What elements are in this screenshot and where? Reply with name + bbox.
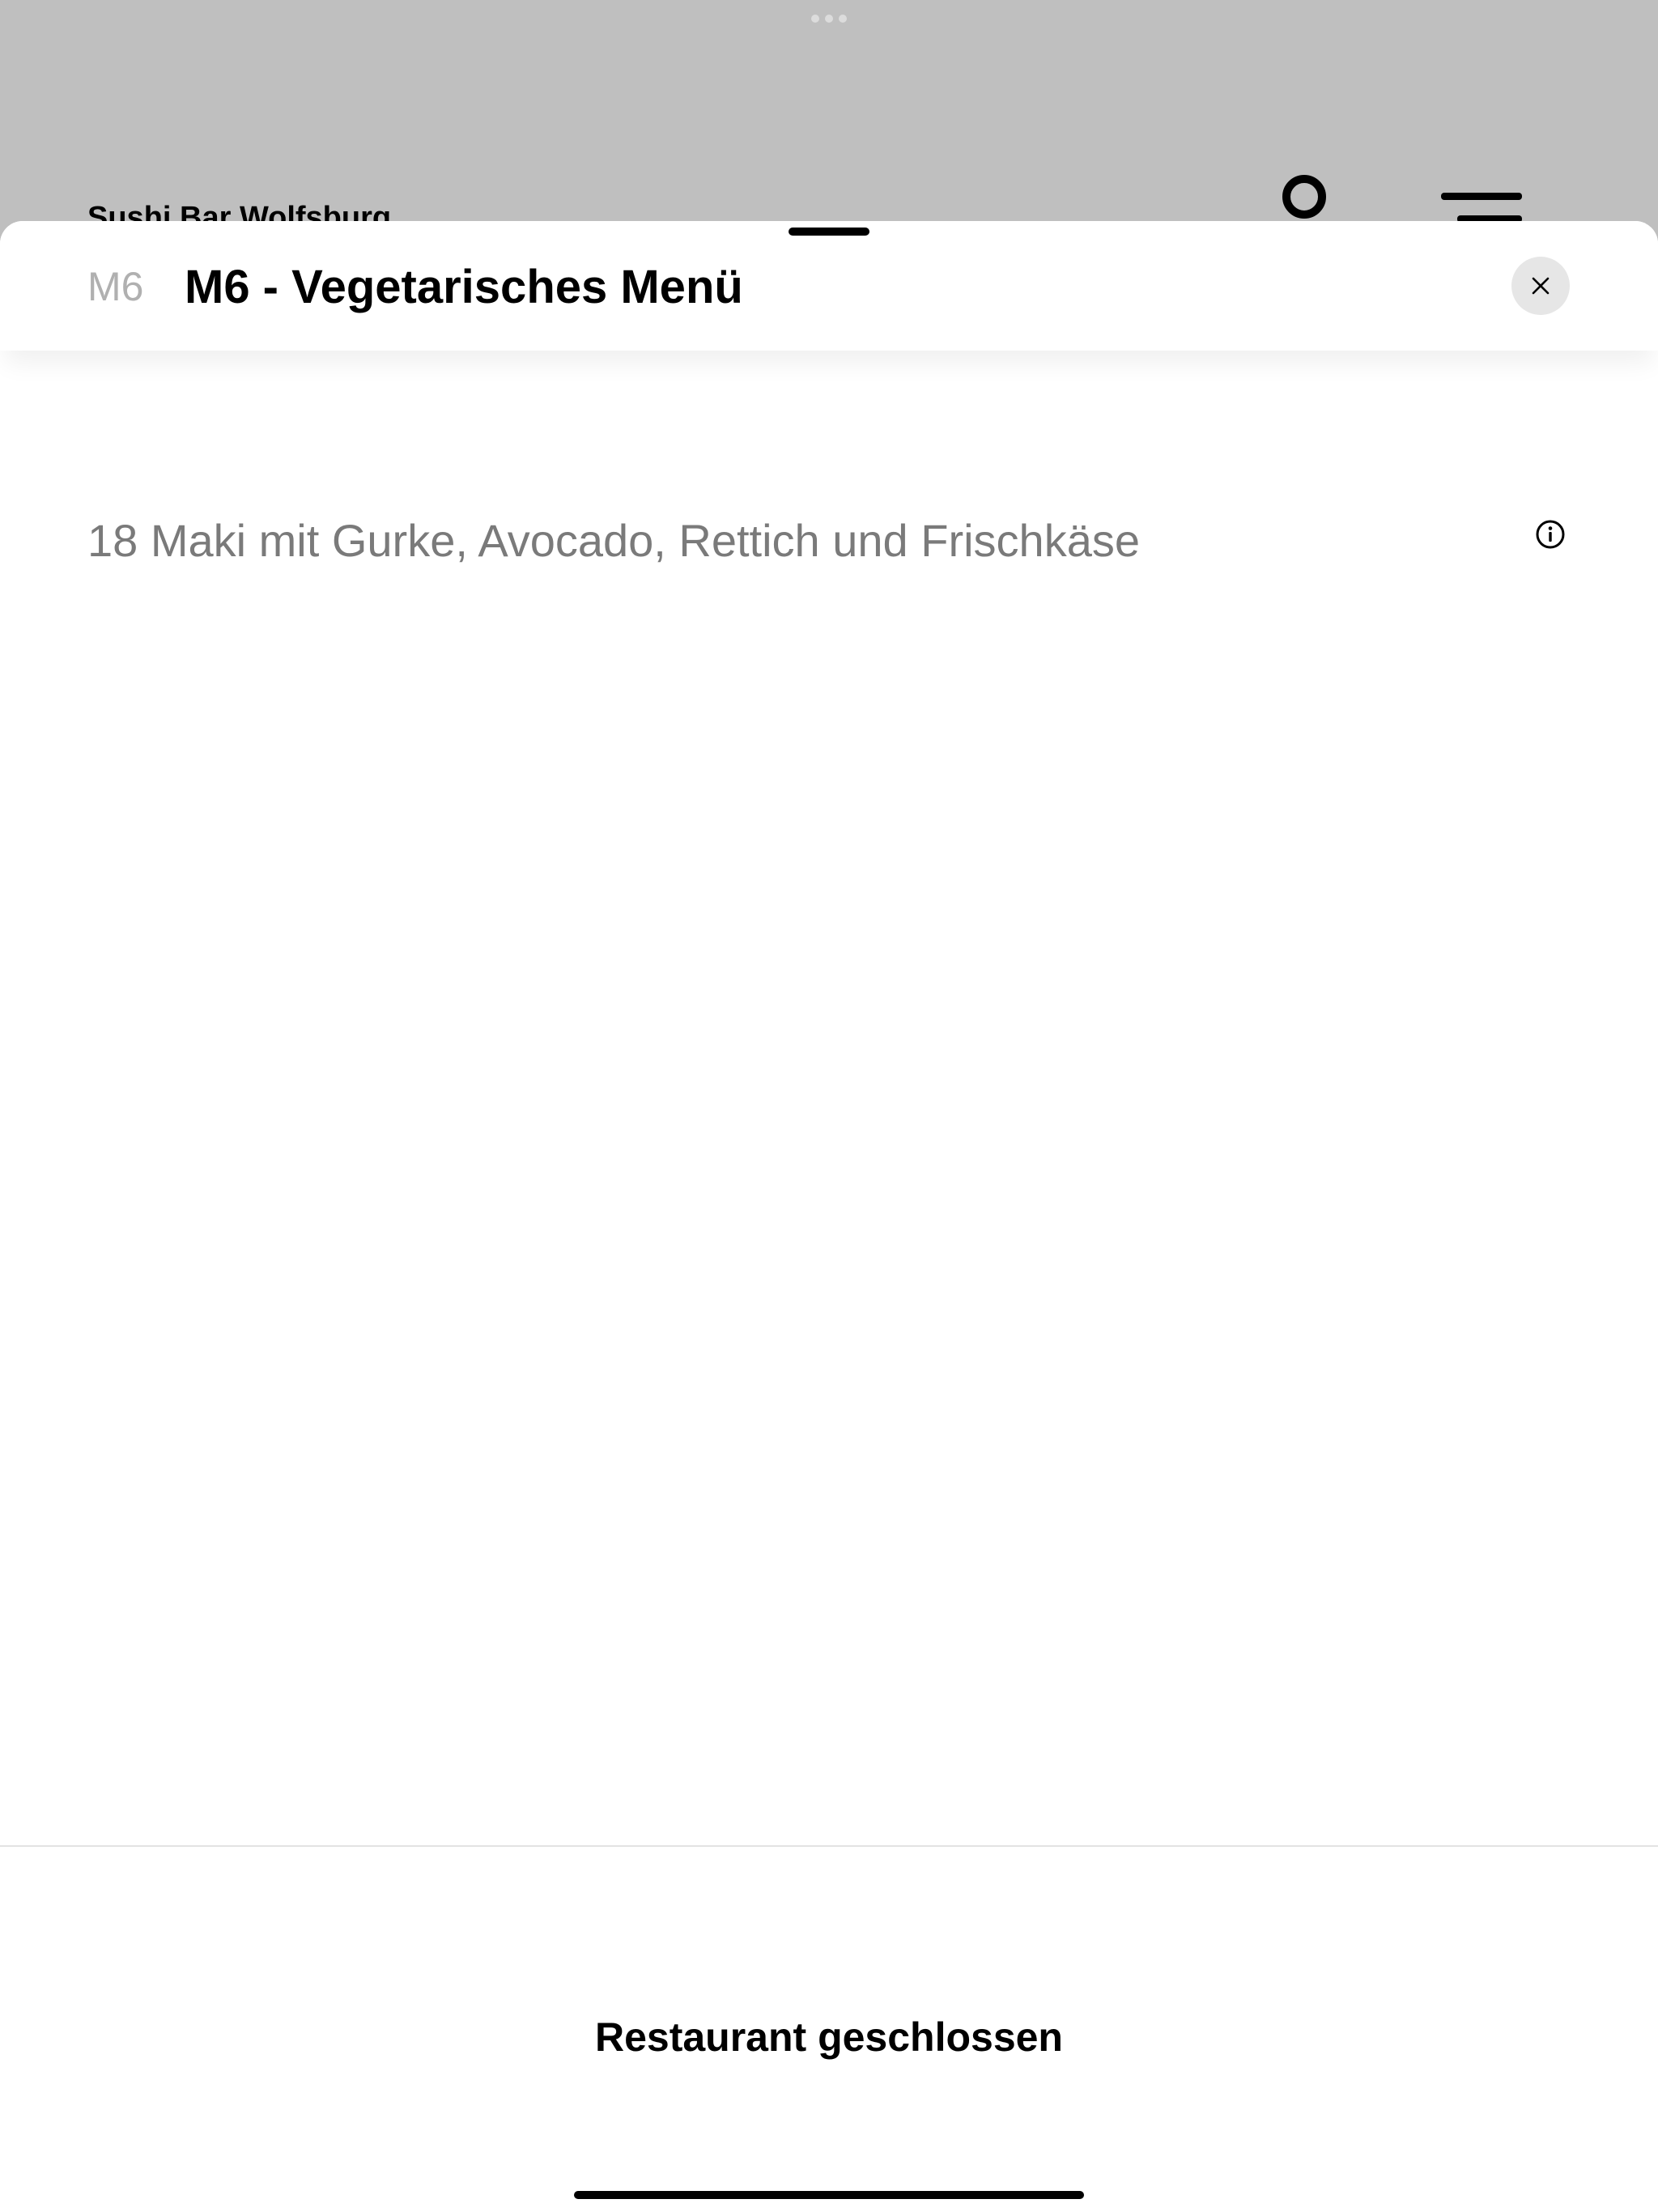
item-description: 18 Maki mit Gurke, Avocado, Rettich und … bbox=[87, 515, 1140, 566]
info-icon[interactable] bbox=[1534, 518, 1567, 551]
close-button[interactable] bbox=[1511, 257, 1570, 315]
sheet-header: M6 M6 - Vegetarisches Menü bbox=[0, 221, 1658, 351]
restaurant-closed-status: Restaurant geschlossen bbox=[595, 2014, 1063, 2060]
account-icon[interactable] bbox=[1282, 174, 1327, 219]
multitasking-dots-icon[interactable] bbox=[811, 15, 847, 23]
home-indicator[interactable] bbox=[574, 2191, 1084, 2199]
item-detail-sheet: M6 M6 - Vegetarisches Menü 18 Maki mit G… bbox=[0, 221, 1658, 2212]
sheet-grabber[interactable] bbox=[789, 228, 869, 236]
close-icon bbox=[1532, 277, 1550, 295]
item-title: M6 - Vegetarisches Menü bbox=[185, 261, 743, 313]
sheet-footer: Restaurant geschlossen bbox=[0, 1845, 1658, 2212]
item-code: M6 bbox=[87, 264, 144, 309]
background-page: Sushi Bar Wolfsburg bbox=[0, 0, 1658, 243]
